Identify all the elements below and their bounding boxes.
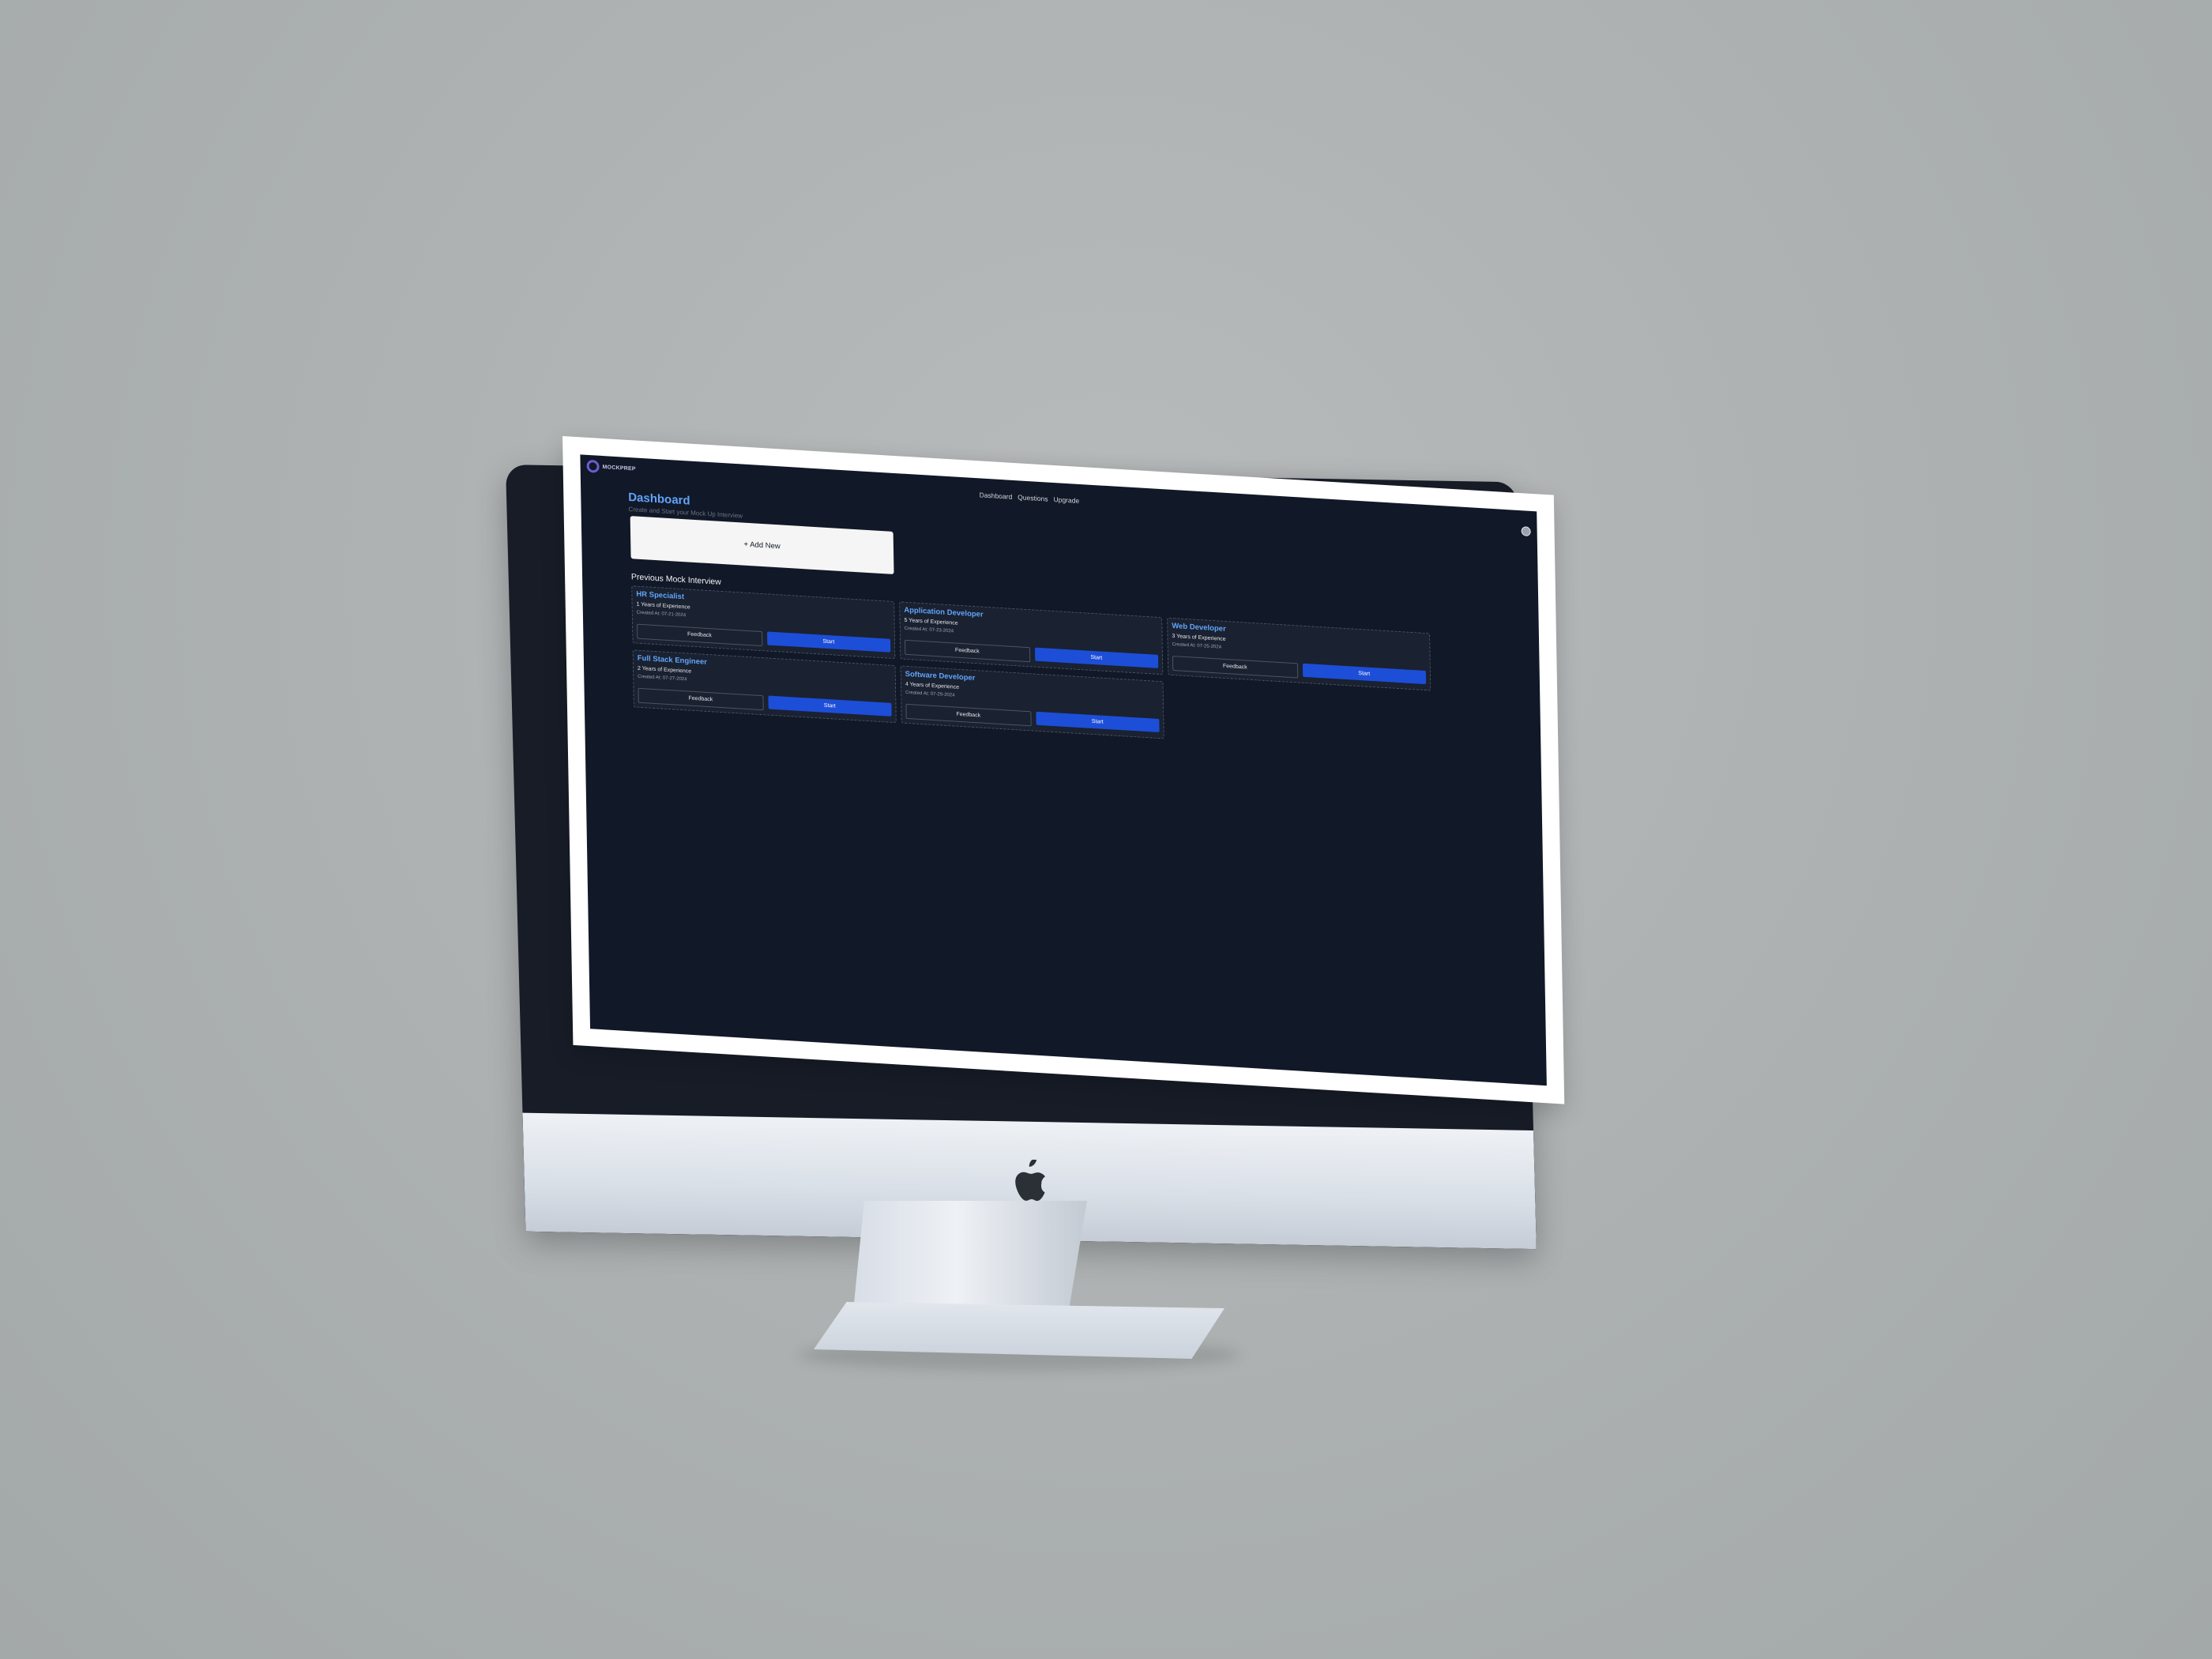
interview-card: Software Developer 4 Years of Experience…	[900, 665, 1164, 739]
feedback-button[interactable]: Feedback	[638, 687, 764, 711]
interview-card: Full Stack Engineer 2 Years of Experienc…	[632, 649, 897, 724]
logo-text: MOCKPREP	[602, 464, 636, 472]
page-title: Dashboard	[628, 490, 690, 508]
apple-logo-icon	[1015, 1159, 1046, 1202]
card-actions: Feedback Start	[638, 687, 892, 718]
interview-list: HR Specialist 1 Years of Experience Crea…	[631, 585, 1439, 755]
top-nav: Dashboard Questions Upgrade	[980, 491, 1080, 505]
feedback-button[interactable]: Feedback	[637, 623, 762, 647]
interview-card: HR Specialist 1 Years of Experience Crea…	[631, 585, 896, 660]
card-actions: Feedback Start	[904, 639, 1159, 670]
start-button[interactable]: Start	[767, 695, 892, 717]
start-button[interactable]: Start	[1034, 647, 1159, 668]
add-new-button[interactable]: + Add New	[630, 516, 894, 574]
feedback-button[interactable]: Feedback	[904, 639, 1030, 663]
interview-card: Web Developer 3 Years of Experience Crea…	[1167, 617, 1431, 691]
nav-upgrade[interactable]: Upgrade	[1053, 495, 1079, 505]
nav-questions[interactable]: Questions	[1018, 493, 1048, 502]
card-actions: Feedback Start	[637, 623, 891, 654]
feedback-button[interactable]: Feedback	[905, 703, 1032, 727]
feedback-button[interactable]: Feedback	[1172, 655, 1298, 679]
start-button[interactable]: Start	[1302, 663, 1427, 685]
imac-stand-foot	[814, 1302, 1224, 1359]
section-title: Previous Mock Interview	[630, 572, 721, 587]
card-actions: Feedback Start	[1172, 655, 1427, 686]
start-button[interactable]: Start	[1035, 711, 1160, 733]
user-avatar[interactable]	[1521, 526, 1531, 536]
logo-ring-icon	[586, 459, 600, 473]
screen: MOCKPREP Dashboard Questions Upgrade Das…	[562, 436, 1565, 1104]
logo[interactable]: MOCKPREP	[586, 459, 636, 476]
interview-card: Application Developer 5 Years of Experie…	[899, 601, 1164, 675]
nav-dashboard[interactable]: Dashboard	[980, 491, 1013, 500]
start-button[interactable]: Start	[766, 631, 891, 653]
card-actions: Feedback Start	[905, 703, 1160, 734]
app-window: MOCKPREP Dashboard Questions Upgrade Das…	[580, 454, 1547, 1086]
